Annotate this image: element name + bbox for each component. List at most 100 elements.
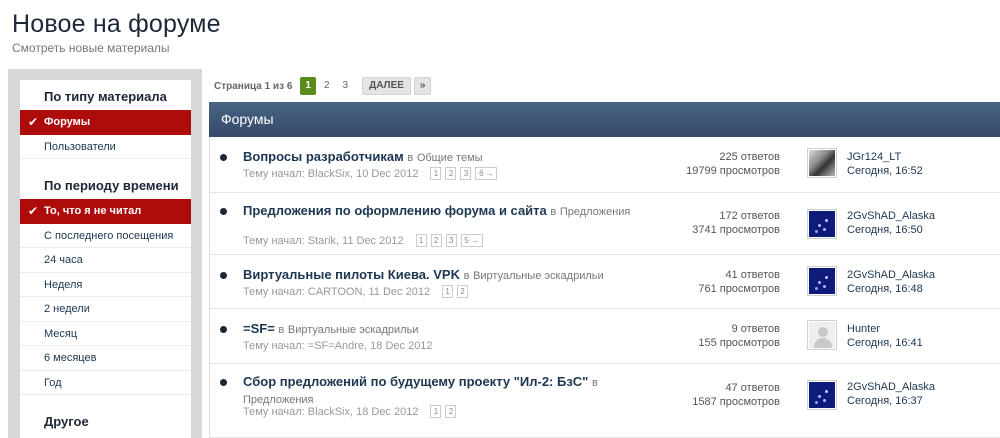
- unread-bullet-icon: [220, 208, 227, 215]
- topic-meta: Тему начал: CARTOON, 11 Dec 2012 1 2: [243, 285, 469, 298]
- sidebar-item[interactable]: 6 месяцев: [20, 346, 191, 371]
- topic-stats: 47 ответов 1587 просмотров: [650, 381, 780, 409]
- topic-title-line: =SF= в Виртуальные эскадрильи: [243, 321, 633, 338]
- sidebar-item-label: С последнего посещения: [44, 229, 174, 242]
- topic-page-link[interactable]: 2: [430, 234, 442, 247]
- unread-bullet-icon: [220, 379, 227, 386]
- last-poster-name[interactable]: 2GvShAD_Alaska: [847, 380, 935, 394]
- page-link[interactable]: 1: [300, 77, 316, 95]
- last-poster: 2GvShAD_Alaska Сегодня, 16:37: [847, 380, 935, 408]
- last-poster-name[interactable]: 2GvShAD_Alaska: [847, 268, 935, 282]
- page: Новое на форуме Смотреть новые материалы…: [0, 0, 1000, 438]
- topic-views: 1587 просмотров: [692, 396, 780, 408]
- topic-forum-link[interactable]: Виртуальные эскадрильи: [473, 270, 604, 282]
- topic-stats: 9 ответов 155 просмотров: [650, 322, 780, 350]
- last-poster: JGr124_LT Сегодня, 16:52: [847, 150, 923, 178]
- sidebar-item[interactable]: Месяц: [20, 322, 191, 346]
- last-post-time[interactable]: Сегодня, 16:50: [847, 223, 935, 237]
- avatar[interactable]: [807, 266, 837, 296]
- topic-page-link[interactable]: 2: [445, 167, 457, 180]
- page-link[interactable]: 2: [319, 77, 335, 95]
- next-page-button[interactable]: ДАЛЕЕ: [362, 77, 411, 95]
- avatar[interactable]: [807, 148, 837, 178]
- avatar-image: [809, 268, 835, 294]
- sidebar-item[interactable]: 24 часа: [20, 248, 191, 273]
- topic-page-link[interactable]: 3: [445, 234, 457, 247]
- topic-title-link[interactable]: Вопросы разработчикам: [243, 149, 404, 164]
- topic-page-link[interactable]: 2: [445, 405, 457, 418]
- topic-page-link[interactable]: 1: [442, 285, 454, 298]
- sidebar-item-label: Неделя: [44, 278, 83, 291]
- last-poster: 2GvShAD_Alaska Сегодня, 16:50: [847, 209, 935, 237]
- last-post-time[interactable]: Сегодня, 16:37: [847, 394, 935, 408]
- topic-replies: 172 ответов: [719, 210, 780, 222]
- topic-page-link[interactable]: 6 →: [475, 167, 498, 180]
- topic-starter: Тему начал: =SF=Andre, 18 Dec 2012: [243, 340, 433, 352]
- topic-starter: Тему начал: BlackSix, 18 Dec 2012: [243, 405, 419, 418]
- last-post-time[interactable]: Сегодня, 16:41: [847, 336, 923, 350]
- topic-title-link[interactable]: =SF=: [243, 321, 275, 336]
- sidebar-item[interactable]: 2 недели: [20, 297, 191, 322]
- topic-views: 761 просмотров: [698, 283, 780, 295]
- sidebar-heading: По типу материала: [44, 89, 167, 104]
- topic-starter: Тему начал: CARTOON, 11 Dec 2012: [243, 285, 431, 298]
- avatar[interactable]: [807, 380, 837, 410]
- sidebar-item-label: 2 недели: [44, 303, 90, 315]
- topic-in-label: в: [463, 270, 470, 282]
- last-post-time[interactable]: Сегодня, 16:48: [847, 282, 935, 296]
- last-poster-name[interactable]: Hunter: [847, 322, 923, 336]
- topic-page-link[interactable]: 5 →: [460, 234, 483, 247]
- avatar-image: [809, 322, 835, 348]
- topic-title-link[interactable]: Предложения по оформлению форума и сайта: [243, 203, 547, 218]
- avatar-image: [809, 211, 835, 237]
- last-post-time[interactable]: Сегодня, 16:52: [847, 164, 923, 178]
- topic-meta: Тему начал: =SF=Andre, 18 Dec 2012: [243, 340, 433, 352]
- sidebar-item[interactable]: С последнего посещения: [20, 224, 191, 248]
- topic-forum-link[interactable]: Виртуальные эскадрильи: [288, 324, 419, 336]
- topic-starter: Тему начал: BlackSix, 10 Dec 2012: [243, 167, 419, 180]
- topic-list: Вопросы разработчикам в Общие темы Тему н…: [209, 137, 1000, 438]
- sidebar-item-label: 24 часа: [44, 254, 83, 266]
- check-icon: ✔: [28, 204, 39, 218]
- last-poster: 2GvShAD_Alaska Сегодня, 16:48: [847, 268, 935, 296]
- unread-bullet-icon: [220, 154, 227, 161]
- topic-in-label: в: [550, 206, 557, 218]
- topic-page-link[interactable]: 1: [430, 167, 442, 180]
- sidebar-item[interactable]: ✔ То, что я не читал: [20, 199, 191, 224]
- sidebar-item-label: Пользователи: [44, 140, 116, 153]
- page-link[interactable]: 3: [338, 77, 354, 95]
- avatar[interactable]: [807, 209, 837, 239]
- sidebar-heading: Другое: [44, 414, 89, 429]
- last-poster-name[interactable]: 2GvShAD_Alaska: [847, 209, 935, 223]
- topic-title-line: Виртуальные пилоты Киева. VPK в Виртуаль…: [243, 267, 633, 284]
- topic-replies: 41 ответов: [725, 269, 780, 281]
- unread-bullet-icon: [220, 326, 227, 333]
- topic-title-line: Сбор предложений по будущему проекту "Ил…: [243, 374, 633, 408]
- topic-replies: 225 ответов: [719, 151, 780, 163]
- page-title: Новое на форуме: [12, 10, 221, 38]
- sidebar-item[interactable]: Год: [20, 371, 191, 395]
- last-page-button[interactable]: »: [413, 77, 432, 95]
- last-poster-name[interactable]: JGr124_LT: [847, 150, 923, 164]
- topic-views: 155 просмотров: [698, 337, 780, 349]
- topic-page-link[interactable]: 1: [430, 405, 442, 418]
- topic-page-link[interactable]: 2: [457, 285, 469, 298]
- sidebar-item[interactable]: Неделя: [20, 273, 191, 297]
- avatar[interactable]: [807, 320, 837, 350]
- topic-forum-link[interactable]: Общие темы: [417, 152, 483, 164]
- topic-stats: 41 ответов 761 просмотров: [650, 268, 780, 296]
- sidebar-item[interactable]: ✔ Форумы: [20, 110, 191, 135]
- topic-in-label: в: [278, 324, 285, 336]
- topic-title-link[interactable]: Виртуальные пилоты Киева. VPK: [243, 267, 460, 282]
- topic-title-link[interactable]: Сбор предложений по будущему проекту "Ил…: [243, 374, 588, 389]
- topic-page-link[interactable]: 1: [415, 234, 427, 247]
- pagination: Страница 1 из 6 123 ДАЛЕЕ »: [214, 76, 432, 96]
- topic-in-label: в: [591, 377, 598, 389]
- sidebar-item-label: 6 месяцев: [44, 352, 97, 364]
- avatar-image: [809, 150, 835, 176]
- topic-page-link[interactable]: 3: [460, 167, 472, 180]
- sidebar-item[interactable]: Пользователи: [20, 135, 191, 159]
- topic-forum-link[interactable]: Предложения: [560, 206, 631, 218]
